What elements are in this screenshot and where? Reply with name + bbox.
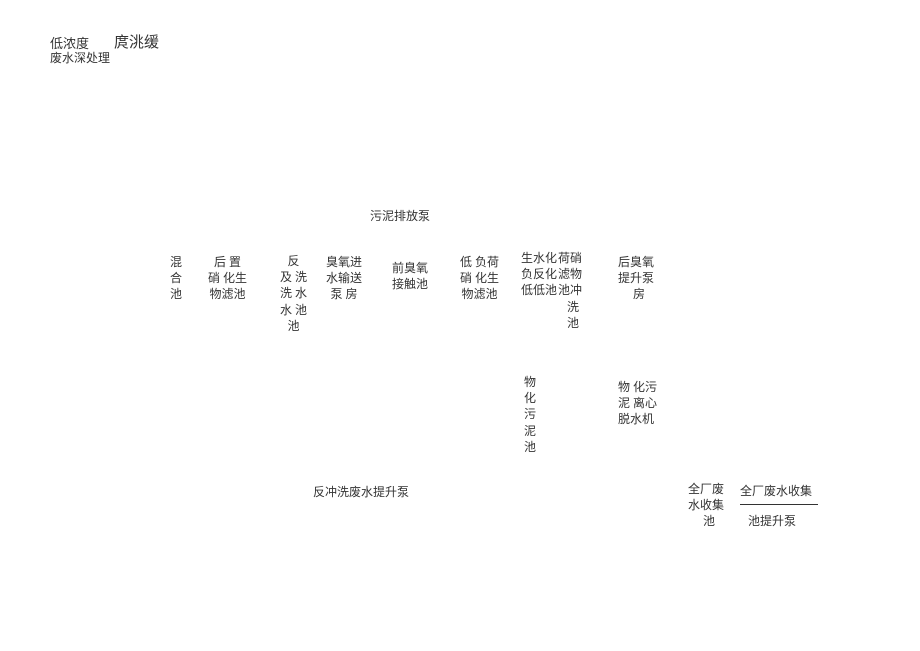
divider-line bbox=[740, 504, 818, 505]
plant-wastewater-collection-title: 全厂废水收集 bbox=[740, 483, 812, 499]
post-ozone-lift-pump-house-label: 后臭氧 提升泵 房 bbox=[618, 254, 654, 303]
post-denitrification-biofilter-label: 后 置 硝 化生 物滤池 bbox=[208, 254, 247, 303]
physicochemical-sludge-centrifuge-label: 物 化污 泥 离心 脱水机 bbox=[618, 379, 657, 428]
plant-wastewater-collection-sub: 池提升泵 bbox=[748, 513, 796, 529]
low-load-nitrification-biofilter-label: 低 负荷 硝 化生 物滤池 bbox=[460, 254, 499, 303]
plant-wastewater-collection-tank-label: 全厂废 水收集 池 bbox=[688, 481, 724, 530]
mixing-tank-label: 混 合 池 bbox=[170, 254, 182, 303]
physicochemical-sludge-tank-label: 物 化 污 泥 池 bbox=[524, 374, 536, 455]
header-overlay-text: 庹洮缓 bbox=[114, 33, 159, 53]
ozone-inlet-pump-house-label: 臭氧进 水输送 泵 房 bbox=[326, 254, 362, 303]
sludge-discharge-pump-label: 污泥排放泵 bbox=[370, 208, 430, 224]
header-wastewater-deep-treatment: 废水深处理 bbox=[50, 50, 110, 66]
backwash-water-tank-label: 反 及 洗 洗 水 水 池 池 bbox=[280, 253, 307, 334]
backwash-wastewater-lift-pump-label: 反冲洗废水提升泵 bbox=[313, 484, 409, 500]
pre-ozone-contact-tank-label: 前臭氧 接触池 bbox=[392, 260, 428, 292]
nitrate-filter-backwash-tank-label: 荷硝 滤物 池冲 洗 池 bbox=[558, 250, 582, 331]
anoxic-tank-label: 生水化 负反化 低低池 bbox=[521, 250, 557, 299]
